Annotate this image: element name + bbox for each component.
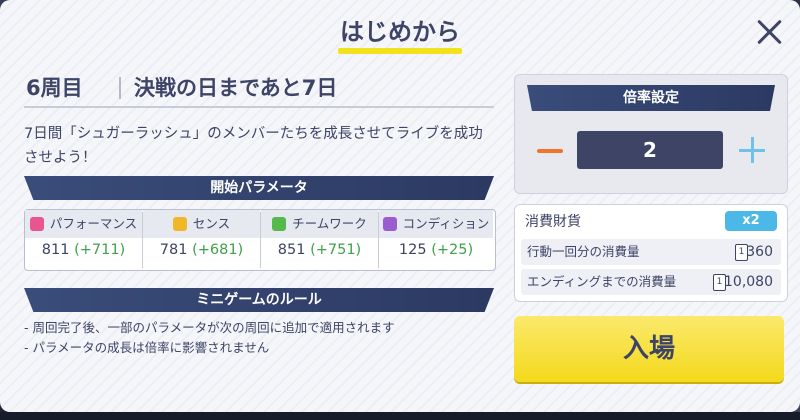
param-value: 811: [41, 242, 70, 258]
param-value: 781: [159, 242, 188, 258]
start-dialog: はじめから 6周目 決戦の日まであと7日 7日間「シュガーラッシュ」のメンバーた…: [0, 0, 800, 412]
param-name: パフォーマンス: [49, 216, 138, 231]
minus-button[interactable]: [535, 133, 565, 169]
enter-button[interactable]: 入場: [514, 316, 784, 382]
dialog-title: はじめから: [340, 18, 460, 46]
param-condition: コンディション 125 (+25): [379, 210, 493, 270]
param-value: 125: [398, 242, 427, 258]
start-params-header: 開始パラメータ: [24, 176, 494, 200]
param-performance: パフォーマンス 811 (+711): [25, 210, 142, 270]
start-params-table: パフォーマンス 811 (+711) センス 781 (+681) チームワーク: [24, 209, 496, 271]
param-name: センス: [192, 216, 231, 231]
param-sense: センス 781 (+681): [143, 210, 260, 270]
condition-icon: [382, 217, 397, 231]
param-increase: (+25): [431, 242, 474, 258]
rate-panel: 倍率設定 2: [514, 74, 788, 194]
rate-header: 倍率設定: [527, 85, 775, 111]
title-underline: [338, 48, 462, 54]
param-teamwork: チームワーク 851 (+751): [261, 210, 378, 270]
cost-row-ending: エンディングまでの消費量 1 10,080: [521, 269, 781, 295]
cost-value: 360: [746, 244, 773, 260]
cost-title: 消費財貨: [525, 214, 581, 230]
rule-item: - 周回完了後、一部のパラメータが次の周回に追加で適用されます: [24, 320, 395, 335]
team-icon: [272, 217, 287, 231]
rule-item: - パラメータの成長は倍率に影響されません: [24, 340, 270, 355]
cost-row-action: 行動一回分の消費量 1 360: [521, 239, 781, 265]
param-increase: (+681): [192, 242, 244, 258]
deadline-label: 決戦の日まであと7日: [134, 76, 338, 100]
param-increase: (+751): [310, 242, 362, 258]
minigame-rules-header: ミニゲームのルール: [24, 288, 494, 312]
close-icon[interactable]: [752, 14, 788, 50]
cost-label: エンディングまでの消費量: [527, 274, 677, 289]
heading-row: 6周目 決戦の日まであと7日: [24, 72, 494, 108]
face-icon: [172, 217, 187, 231]
plus-button[interactable]: [735, 133, 771, 169]
microphone-icon: [29, 217, 44, 231]
param-name: チームワーク: [292, 216, 367, 231]
minigame-rules: - 周回完了後、一部のパラメータが次の周回に追加で適用されます - パラメータの…: [24, 318, 395, 358]
cost-panel: 消費財貨 x2 行動一回分の消費量 1 360 エンディングまでの消費量 1 1…: [514, 204, 788, 302]
rate-value: 2: [577, 131, 723, 169]
param-name: コンディション: [402, 216, 490, 231]
multiplier-badge: x2: [725, 211, 777, 231]
param-increase: (+711): [74, 242, 126, 258]
param-value: 851: [277, 242, 306, 258]
heading-divider: [119, 77, 121, 99]
week-label: 6周目: [26, 76, 83, 100]
description: 7日間「シュガーラッシュ」のメンバーたちを成長させてライブを成功させよう！: [24, 126, 483, 166]
background-strip: [0, 412, 800, 420]
cost-label: 行動一回分の消費量: [527, 244, 640, 259]
cost-value: 10,080: [724, 274, 773, 290]
